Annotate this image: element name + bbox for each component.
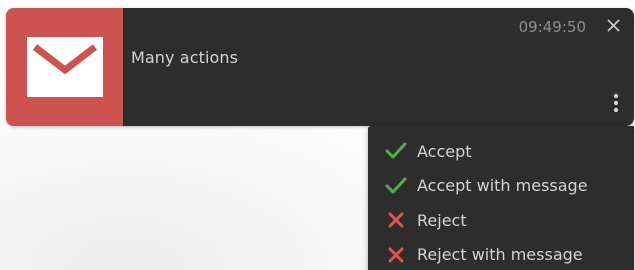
more-actions-button[interactable] — [608, 92, 624, 118]
stage: Many actions 09:49:50 Accept Accept with… — [0, 0, 635, 270]
cross-icon — [385, 209, 407, 231]
notification-icon-panel — [6, 8, 123, 126]
close-button[interactable] — [602, 15, 624, 37]
cross-icon — [385, 244, 407, 266]
menu-item-accept-with-message[interactable]: Accept with message — [368, 169, 634, 204]
envelope-icon — [26, 37, 103, 97]
more-vertical-icon — [613, 93, 619, 117]
close-icon — [606, 17, 620, 36]
menu-item-label: Accept — [417, 141, 472, 161]
menu-item-label: Reject with message — [417, 245, 583, 265]
menu-item-accept[interactable]: Accept — [368, 134, 634, 169]
menu-item-label: Accept with message — [417, 176, 588, 196]
notification-time: 09:49:50 — [518, 18, 586, 36]
menu-item-label: Reject — [417, 210, 467, 230]
check-icon — [385, 140, 407, 162]
menu-item-reject[interactable]: Reject — [368, 203, 634, 238]
notification-toast[interactable]: Many actions 09:49:50 — [6, 8, 634, 126]
notification-message: Many actions — [131, 48, 239, 67]
check-icon — [385, 175, 407, 197]
actions-menu: Accept Accept with message Reject Reject… — [368, 126, 634, 270]
menu-item-reject-with-message[interactable]: Reject with message — [368, 238, 634, 270]
